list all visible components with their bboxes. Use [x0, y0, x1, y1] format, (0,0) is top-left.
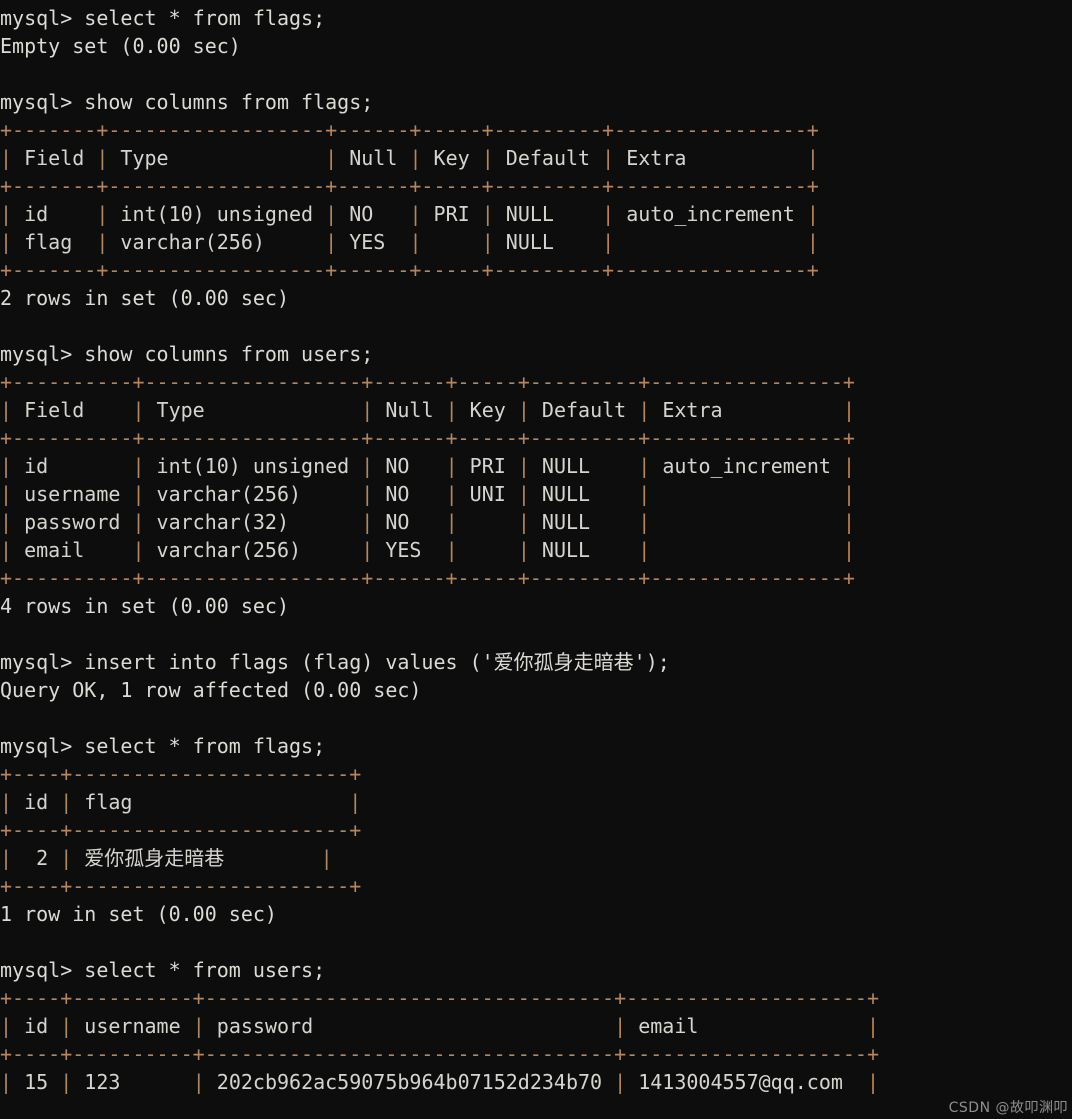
- terminal-line: mysql> select * from flags;: [0, 732, 1072, 760]
- table-border-bottom: +-------+------------------+------+-----…: [0, 256, 1072, 284]
- command-line-show-columns-users: mysql> show columns from users;: [0, 342, 374, 366]
- table-border-mid: +----------+------------------+------+--…: [0, 424, 1072, 452]
- table-row: | 15 | 123 | 202cb962ac59075b964b07152d2…: [0, 1068, 1072, 1096]
- csdn-watermark: CSDN @故叩渊叩: [948, 1100, 1068, 1116]
- status-2-rows: 2 rows in set (0.00 sec): [0, 286, 289, 310]
- status-4-rows: 4 rows in set (0.00 sec): [0, 594, 289, 618]
- terminal-line: mysql> select * from users;: [0, 956, 1072, 984]
- terminal-line: 2 rows in set (0.00 sec): [0, 284, 1072, 312]
- table-row: | password | varchar(32) | NO | | NULL |…: [0, 508, 1072, 536]
- terminal-line: mysql> show columns from users;: [0, 340, 1072, 368]
- table-row: | 2 | 爱你孤身走暗巷 |: [0, 844, 1072, 872]
- table-header-line: | Field | Type | Null | Key | Default | …: [0, 398, 855, 422]
- table-border-top: +-------+------------------+------+-----…: [0, 116, 1072, 144]
- table-border: +----+-----------------------+: [0, 818, 362, 842]
- terminal-window[interactable]: mysql> select * from flags; Empty set (0.…: [0, 0, 1072, 1119]
- table-border: +----+----------+-----------------------…: [0, 986, 879, 1010]
- table-border: +----+-----------------------+: [0, 762, 362, 786]
- table-row-line: | username | varchar(256) | NO | UNI | N…: [0, 482, 855, 506]
- table-border: +----------+------------------+------+--…: [0, 426, 855, 450]
- table-border: +-------+------------------+------+-----…: [0, 174, 819, 198]
- table-row: | id | int(10) unsigned | NO | PRI | NUL…: [0, 452, 1072, 480]
- table-header-line: | Field | Type | Null | Key | Default | …: [0, 146, 819, 170]
- table-border-mid: +----+----------+-----------------------…: [0, 1040, 1072, 1068]
- table-border-bottom: +----+-----------------------+: [0, 872, 1072, 900]
- table-border: +----------+------------------+------+--…: [0, 370, 855, 394]
- table-border-mid: +-------+------------------+------+-----…: [0, 172, 1072, 200]
- table-border-bottom: +----------+------------------+------+--…: [0, 564, 1072, 592]
- terminal-line: Query OK, 1 row affected (0.00 sec): [0, 676, 1072, 704]
- command-line-select-flags: mysql> select * from flags;: [0, 6, 326, 30]
- table-header-row: | id | username | password | email |: [0, 1012, 1072, 1040]
- terminal-line: mysql> show columns from flags;: [0, 88, 1072, 116]
- terminal-line: 4 rows in set (0.00 sec): [0, 592, 1072, 620]
- table-row-line-user: | 15 | 123 | 202cb962ac59075b964b07152d2…: [0, 1070, 880, 1094]
- table-border: +----+-----------------------+: [0, 874, 362, 898]
- table-header-row: | Field | Type | Null | Key | Default | …: [0, 144, 1072, 172]
- command-line-select-flags-2: mysql> select * from flags;: [0, 734, 326, 758]
- table-row: | flag | varchar(256) | YES | | NULL | |: [0, 228, 1072, 256]
- table-header-row: | Field | Type | Null | Key | Default | …: [0, 396, 1072, 424]
- table-row: | username | varchar(256) | NO | UNI | N…: [0, 480, 1072, 508]
- terminal-line: mysql> insert into flags (flag) values (…: [0, 648, 1072, 676]
- command-line-select-users: mysql> select * from users;: [0, 958, 326, 982]
- table-row-line: | flag | varchar(256) | YES | | NULL | |: [0, 230, 819, 254]
- terminal-output[interactable]: mysql> select * from flags; Empty set (0.…: [0, 0, 1072, 1096]
- table-row-line: | email | varchar(256) | YES | | NULL | …: [0, 538, 855, 562]
- status-1-row: 1 row in set (0.00 sec): [0, 902, 277, 926]
- command-line-show-columns-flags: mysql> show columns from flags;: [0, 90, 374, 114]
- table-border-mid: +----+-----------------------+: [0, 816, 1072, 844]
- table-header-line: | id | flag |: [0, 790, 362, 814]
- table-row-line: | password | varchar(32) | NO | | NULL |…: [0, 510, 855, 534]
- table-border: +----+----------+-----------------------…: [0, 1042, 879, 1066]
- table-border-top: +----------+------------------+------+--…: [0, 368, 1072, 396]
- table-header-row: | id | flag |: [0, 788, 1072, 816]
- terminal-line: mysql> select * from flags;: [0, 4, 1072, 32]
- table-border-top: +----+-----------------------+: [0, 760, 1072, 788]
- status-query-ok: Query OK, 1 row affected (0.00 sec): [0, 678, 422, 702]
- terminal-line: Empty set (0.00 sec): [0, 32, 1072, 60]
- table-row: | id | int(10) unsigned | NO | PRI | NUL…: [0, 200, 1072, 228]
- terminal-line: 1 row in set (0.00 sec): [0, 900, 1072, 928]
- table-row-line: | id | int(10) unsigned | NO | PRI | NUL…: [0, 454, 855, 478]
- table-row-line-flag-value: | 2 | 爱你孤身走暗巷 |: [0, 846, 333, 870]
- table-border: +-------+------------------+------+-----…: [0, 258, 819, 282]
- table-border: +-------+------------------+------+-----…: [0, 118, 819, 142]
- table-border-top: +----+----------+-----------------------…: [0, 984, 1072, 1012]
- table-border: +----------+------------------+------+--…: [0, 566, 855, 590]
- command-line-insert-flag: mysql> insert into flags (flag) values (…: [0, 650, 670, 674]
- status-empty-set: Empty set (0.00 sec): [0, 34, 241, 58]
- table-header-line: | id | username | password | email |: [0, 1014, 880, 1038]
- table-row-line: | id | int(10) unsigned | NO | PRI | NUL…: [0, 202, 819, 226]
- table-row: | email | varchar(256) | YES | | NULL | …: [0, 536, 1072, 564]
